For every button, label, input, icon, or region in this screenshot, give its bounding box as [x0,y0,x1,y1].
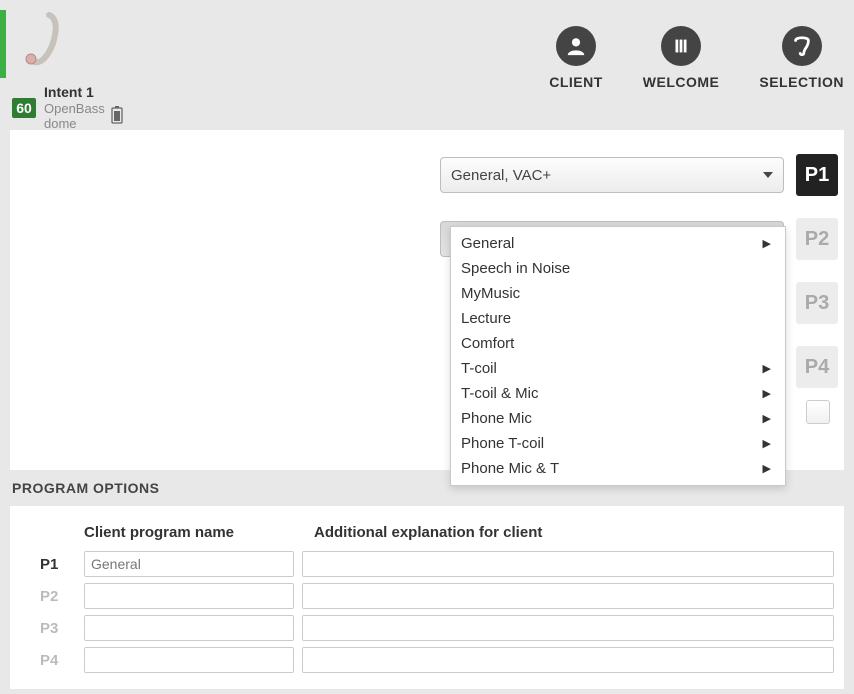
options-header: Client program name Additional explanati… [20,524,834,541]
welcome-icon [661,26,701,66]
nav-welcome-label: WELCOME [643,74,720,90]
column-header-explanation: Additional explanation for client [314,524,542,541]
program-badge-p4[interactable]: P4 [796,346,838,388]
program-options-panel: Client program name Additional explanati… [10,506,844,689]
nav-selection-label: SELECTION [759,74,844,90]
options-row-label-p1: P1 [40,556,76,573]
dropdown-item-mymusic[interactable]: MyMusic [451,281,785,306]
dropdown-item-label: General [461,235,514,252]
nav-client[interactable]: CLIENT [549,26,603,90]
chevron-down-icon [763,172,773,178]
client-program-name-p3[interactable] [84,615,294,641]
dropdown-item-label: Speech in Noise [461,260,570,277]
dropdown-item-label: Lecture [461,310,511,327]
dropdown-item-label: Phone T-coil [461,435,544,452]
selection-icon [782,26,822,66]
dropdown-item-general[interactable]: General ▶ [451,231,785,256]
program-badge-p1[interactable]: P1 [796,154,838,196]
client-program-name-p1[interactable] [84,551,294,577]
dropdown-item-label: Phone Mic & T [461,460,559,477]
options-row-p2: P2 [20,583,834,609]
program-badge-p2[interactable]: P2 [796,218,838,260]
chevron-right-icon: ▶ [763,362,771,375]
options-row-p3: P3 [20,615,834,641]
device-name: Intent 1 [44,84,123,101]
top-bar: 60 Intent 1 OpenBass dome [0,0,854,130]
device-accent-bar [0,10,6,78]
top-nav: CLIENT WELCOME SELECTION [549,8,854,90]
program-select-p1-value: General, VAC+ [451,167,551,184]
chevron-right-icon: ▶ [763,462,771,475]
small-button-2[interactable] [806,400,830,424]
dropdown-item-label: T-coil [461,360,497,377]
client-program-name-p2[interactable] [84,583,294,609]
nav-client-label: CLIENT [549,74,603,90]
dropdown-item-label: MyMusic [461,285,520,302]
program-dropdown-menu: General ▶ Speech in Noise MyMusic Lecture Com… [450,226,786,486]
client-icon [556,26,596,66]
device-level-badge: 60 [12,98,36,118]
chevron-right-icon: ▶ [763,237,771,250]
chevron-right-icon: ▶ [763,437,771,450]
nav-selection[interactable]: SELECTION [759,26,844,90]
dropdown-item-t-coil-mic[interactable]: T-coil & Mic ▶ [451,381,785,406]
options-row-label-p4: P4 [40,652,76,669]
dropdown-item-lecture[interactable]: Lecture [451,306,785,331]
dropdown-item-phone-t-coil[interactable]: Phone T-coil ▶ [451,431,785,456]
device-subtitle: OpenBass dome [44,101,123,132]
dropdown-item-speech-in-noise[interactable]: Speech in Noise [451,256,785,281]
client-program-name-p4[interactable] [84,647,294,673]
program-badge-p3[interactable]: P3 [796,282,838,324]
options-row-p4: P4 [20,647,834,673]
chevron-right-icon: ▶ [763,412,771,425]
chevron-right-icon: ▶ [763,387,771,400]
battery-icon [111,106,123,128]
program-select-p1[interactable]: General, VAC+ [440,157,784,193]
client-explanation-p1[interactable] [302,551,834,577]
options-row-p1: P1 [20,551,834,577]
client-explanation-p4[interactable] [302,647,834,673]
column-header-name: Client program name [84,524,294,541]
device-subtitle-text: OpenBass dome [44,101,105,132]
client-explanation-p3[interactable] [302,615,834,641]
options-row-label-p2: P2 [40,588,76,605]
dropdown-item-label: Comfort [461,335,514,352]
program-selection-panel: General, VAC+ P1 P2 P3 P4 General▶Spee [10,130,844,470]
dropdown-item-label: Phone Mic [461,410,532,427]
dropdown-item-label: T-coil & Mic [461,385,539,402]
nav-welcome[interactable]: WELCOME [643,26,720,90]
hearing-aid-icon [14,8,74,70]
device-block: 60 Intent 1 OpenBass dome [0,8,80,78]
dropdown-item-t-coil[interactable]: T-coil ▶ [451,356,785,381]
client-explanation-p2[interactable] [302,583,834,609]
device-info: 60 Intent 1 OpenBass dome [12,84,123,132]
dropdown-item-phone-mic[interactable]: Phone Mic ▶ [451,406,785,431]
options-row-label-p3: P3 [40,620,76,637]
dropdown-item-comfort[interactable]: Comfort [451,331,785,356]
program-row-p1: General, VAC+ P1 [10,150,844,200]
dropdown-item-phone-mic-t[interactable]: Phone Mic & T ▶ [451,456,785,481]
